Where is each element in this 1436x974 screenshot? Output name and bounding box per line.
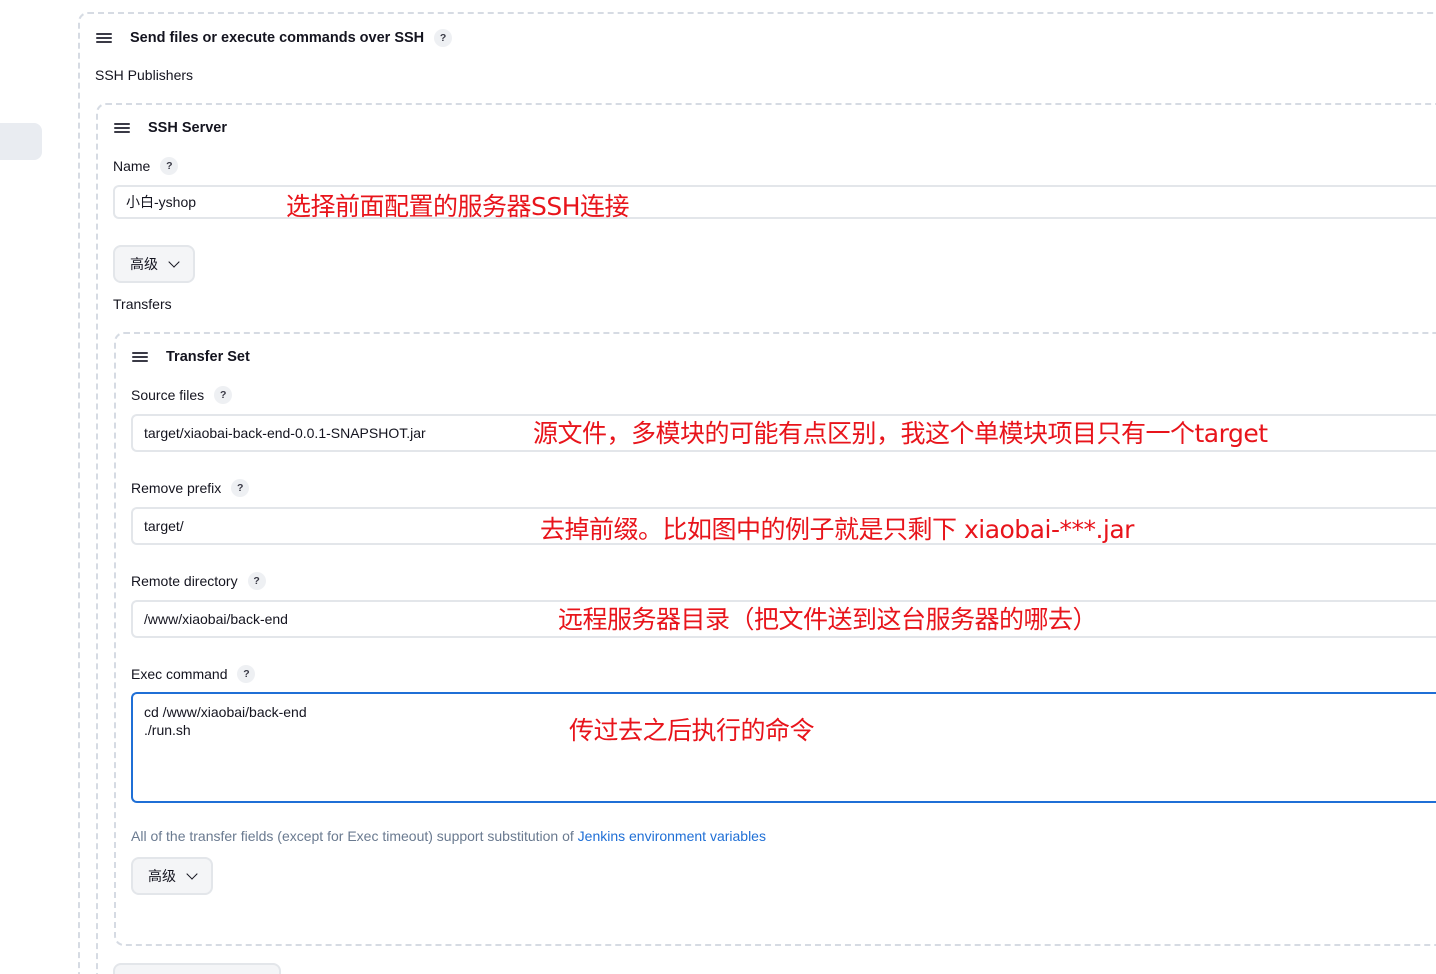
- transfer-set-title: Transfer Set: [166, 349, 250, 365]
- help-icon[interactable]: ?: [231, 479, 250, 497]
- chevron-down-icon: [186, 868, 198, 880]
- sidebar-tab[interactable]: [0, 123, 42, 160]
- ssh-server-header: SSH Server: [114, 120, 227, 136]
- annotation-remote-directory: 远程服务器目录（把文件送到这台服务器的哪去）: [558, 605, 1098, 634]
- help-icon[interactable]: ?: [237, 665, 256, 683]
- annotation-exec-command: 传过去之后执行的命令: [569, 716, 815, 745]
- name-label: Name ?: [113, 157, 179, 175]
- drag-handle-icon[interactable]: [132, 351, 148, 363]
- jenkins-env-vars-link[interactable]: Jenkins environment variables: [578, 828, 766, 844]
- ssh-publishers-label: SSH Publishers: [95, 67, 194, 83]
- ssh-server-title: SSH Server: [148, 120, 227, 136]
- server-advanced-button[interactable]: 高级: [113, 245, 195, 283]
- add-transfer-set-button[interactable]: [113, 963, 281, 974]
- remote-directory-label: Remote directory ?: [131, 572, 266, 590]
- jenkins-ssh-publisher-config: Send files or execute commands over SSH …: [0, 0, 1436, 974]
- remove-prefix-label: Remove prefix ?: [131, 479, 250, 497]
- drag-handle-icon[interactable]: [96, 32, 112, 44]
- help-icon[interactable]: ?: [160, 157, 179, 175]
- drag-handle-icon[interactable]: [114, 122, 130, 134]
- annotation-remove-prefix: 去掉前缀。比如图中的例子就是只剩下 xiaobai-***.jar: [540, 515, 1134, 544]
- source-files-label: Source files ?: [131, 386, 233, 404]
- publisher-title: Send files or execute commands over SSH: [130, 30, 425, 46]
- transfer-advanced-button[interactable]: 高级: [131, 857, 213, 895]
- transfers-label: Transfers: [113, 296, 172, 312]
- exec-command-textarea[interactable]: cd /www/xiaobai/back-end ./run.sh: [131, 692, 1436, 803]
- help-icon[interactable]: ?: [434, 29, 453, 47]
- transfer-set-header: Transfer Set: [132, 349, 250, 365]
- annotation-source-files: 源文件，多模块的可能有点区别，我这个单模块项目只有一个target: [533, 419, 1268, 448]
- exec-command-label: Exec command ?: [131, 665, 256, 683]
- publisher-header: Send files or execute commands over SSH …: [96, 29, 453, 47]
- annotation-name: 选择前面配置的服务器SSH连接: [286, 192, 630, 221]
- chevron-down-icon: [168, 256, 180, 268]
- help-icon[interactable]: ?: [214, 386, 233, 404]
- substitution-hint: All of the transfer fields (except for E…: [131, 828, 766, 844]
- help-icon[interactable]: ?: [247, 572, 266, 590]
